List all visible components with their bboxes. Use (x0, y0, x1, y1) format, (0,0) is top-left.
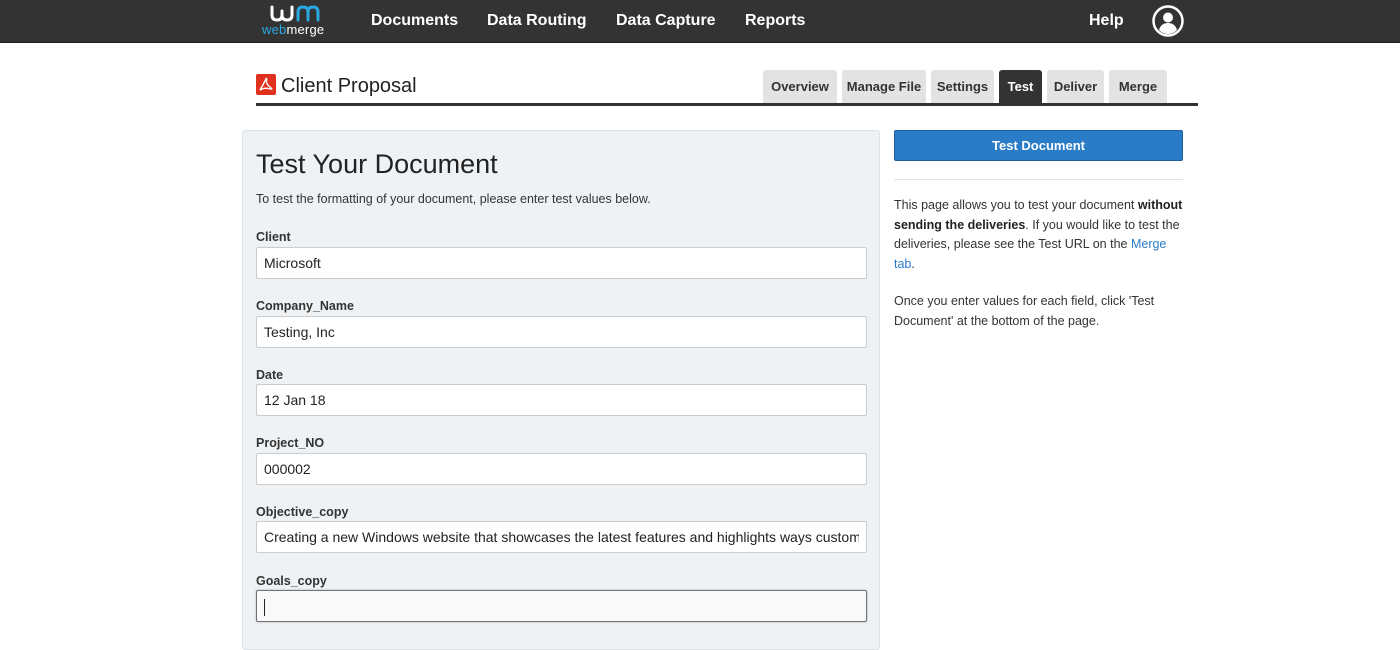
project-no-input[interactable] (256, 453, 867, 485)
document-tabs: Overview Manage File Settings Test Deliv… (763, 70, 1184, 103)
field-label-client: Client (256, 230, 291, 244)
sidebar-help-paragraph-2: Once you enter values for each field, cl… (894, 294, 1155, 328)
tab-test[interactable]: Test (999, 70, 1042, 103)
goals-copy-input[interactable] (256, 590, 867, 622)
objective-copy-input[interactable] (256, 521, 867, 553)
field-label-objective-copy: Objective_copy (256, 505, 349, 519)
form-heading: Test Your Document (256, 149, 498, 179)
webmerge-logo[interactable]: webmerge (262, 2, 342, 40)
form-intro-text: To test the formatting of your document,… (256, 192, 651, 206)
help-text-part-1: This page allows you to test your docume… (894, 198, 1138, 212)
help-text-part-3: . (911, 256, 915, 271)
document-header: Client Proposal Overview Manage File Set… (256, 70, 1198, 106)
test-form-panel: Test Your Document To test the formattin… (242, 130, 880, 650)
field-label-goals-copy: Goals_copy (256, 574, 327, 588)
tab-manage-file[interactable]: Manage File (842, 70, 926, 103)
test-document-button[interactable]: Test Document (894, 130, 1183, 161)
text-caret (264, 598, 265, 616)
nav-help[interactable]: Help (1089, 12, 1124, 30)
pdf-icon (256, 74, 276, 95)
client-input[interactable] (256, 247, 867, 279)
logo-wordmark: webmerge (262, 22, 324, 37)
logo-text-web: web (262, 22, 287, 37)
tab-settings[interactable]: Settings (931, 70, 994, 103)
user-account-icon[interactable] (1152, 5, 1184, 37)
company-name-input[interactable] (256, 316, 867, 348)
nav-reports[interactable]: Reports (745, 12, 805, 30)
field-label-date: Date (256, 368, 284, 382)
tab-overview[interactable]: Overview (763, 70, 837, 103)
tab-merge[interactable]: Merge (1109, 70, 1167, 103)
field-label-project-no: Project_NO (256, 436, 325, 450)
nav-data-routing[interactable]: Data Routing (487, 12, 587, 30)
top-navigation-bar: webmerge Documents Data Routing Data Cap… (0, 0, 1400, 43)
sidebar-divider (894, 179, 1183, 180)
logo-text-merge: merge (286, 22, 325, 37)
document-title: Client Proposal (281, 75, 417, 97)
date-input[interactable] (256, 384, 867, 416)
tab-deliver[interactable]: Deliver (1047, 70, 1104, 103)
nav-data-capture[interactable]: Data Capture (616, 12, 716, 30)
logo-mark-icon (270, 5, 320, 22)
sidebar-help-paragraph-1: This page allows you to test your docume… (894, 196, 1189, 274)
nav-documents[interactable]: Documents (371, 12, 458, 30)
field-label-company-name: Company_Name (256, 299, 354, 313)
